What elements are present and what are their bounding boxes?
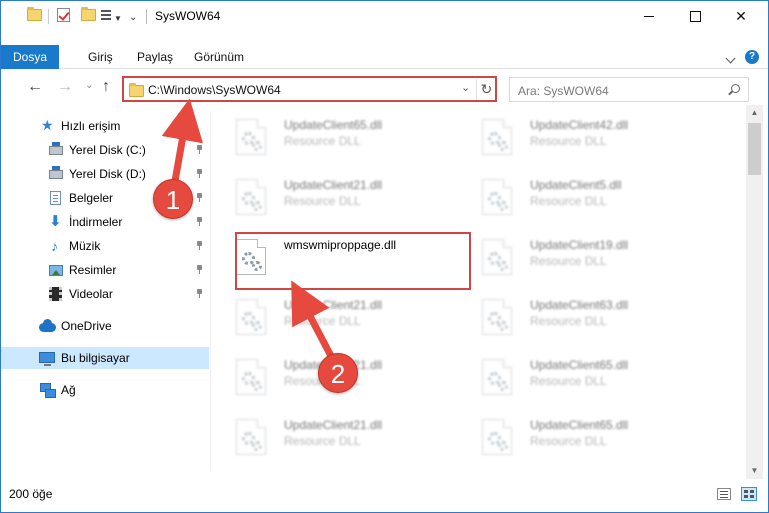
step-marker-1: 1 bbox=[153, 179, 193, 219]
explorer-window: ▼ ⌄ SysWOW64 ✕ Dosya Giriş Paylaş Görünü… bbox=[0, 0, 769, 513]
arrow-to-file bbox=[291, 280, 335, 358]
step-marker-2: 2 bbox=[318, 353, 358, 393]
annotation-arrows bbox=[161, 98, 335, 358]
arrow-to-address bbox=[161, 98, 204, 182]
